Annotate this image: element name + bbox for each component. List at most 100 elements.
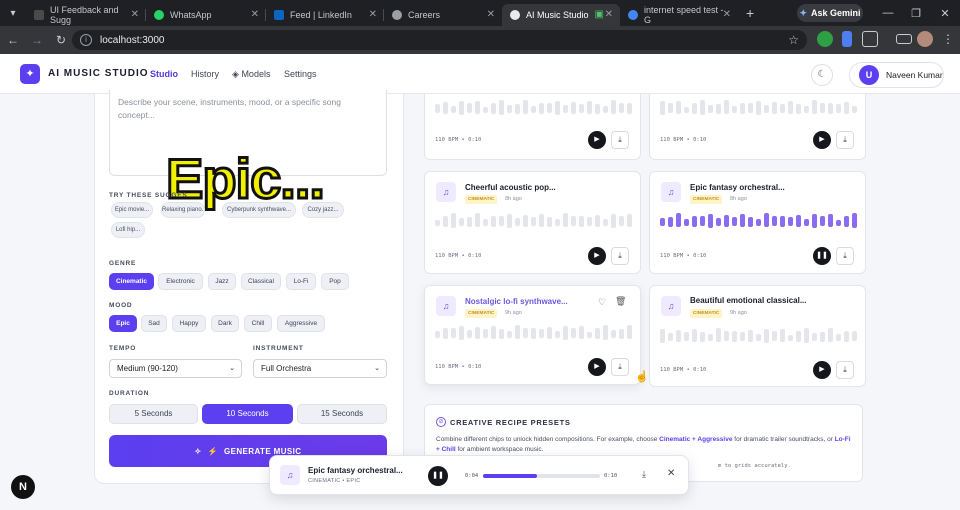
suggestion-chip[interactable]: Cyberpunk synthwave... [222,202,296,218]
download-icon[interactable]: ⤓ [611,358,629,376]
genre-chip-cinematic[interactable]: Cinematic [109,273,154,290]
moon-icon[interactable]: ☾ [811,64,833,86]
profile-avatar[interactable] [917,31,933,47]
waveform-bar [563,326,568,340]
genre-chip-classical[interactable]: Classical [241,273,281,290]
mood-chip-dark[interactable]: Dark [211,315,239,332]
pause-icon[interactable]: ❚❚ [428,466,448,486]
browser-tab[interactable]: Feed | LinkedIn ✕ [266,4,384,26]
track-card[interactable]: ♫ Nostalgic lo-fi synthwave... CINEMATIC… [424,285,641,385]
trash-icon[interactable]: 🗑 [615,296,626,307]
suggestion-chip[interactable]: Lofi hip... [111,222,145,238]
instrument-label: INSTRUMENT [253,345,304,352]
play-icon[interactable]: ▶ [588,358,606,376]
duration-15s-button[interactable]: 15 Seconds [297,404,387,424]
browser-tab[interactable]: Careers ✕ [384,4,502,26]
waveform-bar [852,213,857,228]
nextjs-dev-badge[interactable]: N [11,475,35,499]
ask-gemini-button[interactable]: ✦ Ask Gemini [797,4,863,22]
track-title[interactable]: Nostalgic lo-fi synthwave... [465,297,568,306]
download-icon[interactable]: ⤓ [836,247,854,265]
duration-5s-button[interactable]: 5 Seconds [109,404,198,424]
browser-menu-icon[interactable]: ⋮ [940,31,956,47]
track-meta: 110 BPM • 0:10 [660,137,707,143]
minimize-icon[interactable]: — [873,0,903,26]
extensions-puzzle-icon[interactable] [862,31,878,47]
waveform-bar [796,331,801,342]
close-icon[interactable]: ✕ [723,9,731,20]
waveform-bar [700,332,705,342]
user-menu[interactable]: U Naveen Kumar [849,62,944,88]
genre-chip-electronic[interactable]: Electronic [158,273,203,290]
close-icon[interactable]: ✕ [369,9,377,20]
track-card[interactable]: 110 BPM • 0:10 ▶ ⤓ [424,94,641,160]
mood-chip-happy[interactable]: Happy [172,315,206,332]
download-icon[interactable]: ⤓ [836,361,854,379]
waveform-bar [788,217,793,226]
nav-studio[interactable]: Studio [150,69,178,79]
play-icon[interactable]: ▶ [588,131,606,149]
close-icon[interactable]: ✕ [131,9,139,20]
nav-history[interactable]: History [191,69,219,79]
analytics-extension-icon[interactable] [842,31,852,47]
close-icon[interactable]: ✕ [487,9,495,20]
forward-icon[interactable]: → [26,29,48,51]
close-icon[interactable]: ✕ [667,468,675,479]
bookmark-star-icon[interactable]: ☆ [788,33,799,47]
new-tab-icon[interactable]: + [746,5,754,21]
reload-icon[interactable]: ↻ [50,29,72,51]
waveform-bar [740,332,745,341]
back-icon[interactable]: ← [2,29,24,51]
download-icon[interactable]: ⤓ [836,131,854,149]
browser-tab[interactable]: internet speed test - G ✕ [620,4,738,26]
mood-chip-chill[interactable]: Chill [244,315,272,332]
browser-tab-active[interactable]: AI Music Studio ▣ ✕ [502,4,620,26]
track-meta: 110 BPM • 0:10 [435,253,482,259]
heart-icon[interactable]: ♡ [598,297,606,308]
play-icon[interactable]: ▶ [813,131,831,149]
track-card[interactable]: ♫ Cheerful acoustic pop... CINEMATIC 8h … [424,171,641,274]
nav-models[interactable]: ◈ Models [232,69,270,80]
browser-tab[interactable]: UI Feedback and Sugg ✕ [26,4,146,26]
preset-link-cinematic-aggressive[interactable]: Cinematic + Aggressive [659,436,732,443]
play-icon[interactable]: ▶ [588,247,606,265]
waveform-bar [812,100,817,114]
waveform-bar [708,214,713,228]
nav-settings[interactable]: Settings [284,69,317,79]
suggestion-chip[interactable]: Epic movie... [111,202,153,218]
site-info-icon[interactable]: i [80,34,92,46]
download-icon[interactable]: ⤓ [611,247,629,265]
url-bar[interactable]: i localhost:3000 ☆ [72,30,807,50]
mood-chip-sad[interactable]: Sad [141,315,167,332]
mood-chip-epic[interactable]: Epic [109,315,137,332]
pause-icon[interactable]: ❚❚ [813,247,831,265]
browser-tab[interactable]: WhatsApp ✕ [146,4,266,26]
play-icon[interactable]: ▶ [813,361,831,379]
close-icon[interactable]: ✕ [251,9,259,20]
genre-chip-lofi[interactable]: Lo-Fi [286,273,316,290]
suggestion-chip[interactable]: Cozy jazz... [302,202,344,218]
download-icon[interactable]: ⤓ [611,131,629,149]
mood-chip-aggressive[interactable]: Aggressive [277,315,325,332]
track-card[interactable]: 110 BPM • 0:10 ▶ ⤓ [649,94,866,160]
genre-chip-jazz[interactable]: Jazz [208,273,236,290]
progress-track[interactable] [483,474,600,478]
presets-footnote: m to grids accurately. [718,463,791,469]
music-note-icon: ♫ [436,296,456,316]
restore-icon[interactable]: ❐ [901,0,931,26]
tab-search-icon[interactable]: ▾ [0,0,26,26]
close-icon[interactable]: ✕ [605,9,613,20]
prompt-placeholder: Describe your scene, instruments, mood, … [118,97,341,120]
media-controls-icon[interactable] [896,34,912,44]
waveform-bar [836,104,841,113]
track-card[interactable]: ♫ Epic fantasy orchestral... CINEMATIC 8… [649,171,866,274]
duration-10s-button[interactable]: 10 Seconds [202,404,293,424]
download-icon[interactable]: ⤓ [642,469,646,480]
tempo-select[interactable]: Medium (90-120) ⌄ [109,359,242,378]
track-card[interactable]: ♫ Beautiful emotional classical... CINEM… [649,285,866,387]
genre-chip-pop[interactable]: Pop [321,273,349,290]
suggestion-chip[interactable]: Relaxing piano... [161,202,205,218]
window-close-icon[interactable]: ✕ [930,0,960,26]
extension-icon[interactable] [817,31,833,47]
instrument-select[interactable]: Full Orchestra ⌄ [253,359,387,378]
